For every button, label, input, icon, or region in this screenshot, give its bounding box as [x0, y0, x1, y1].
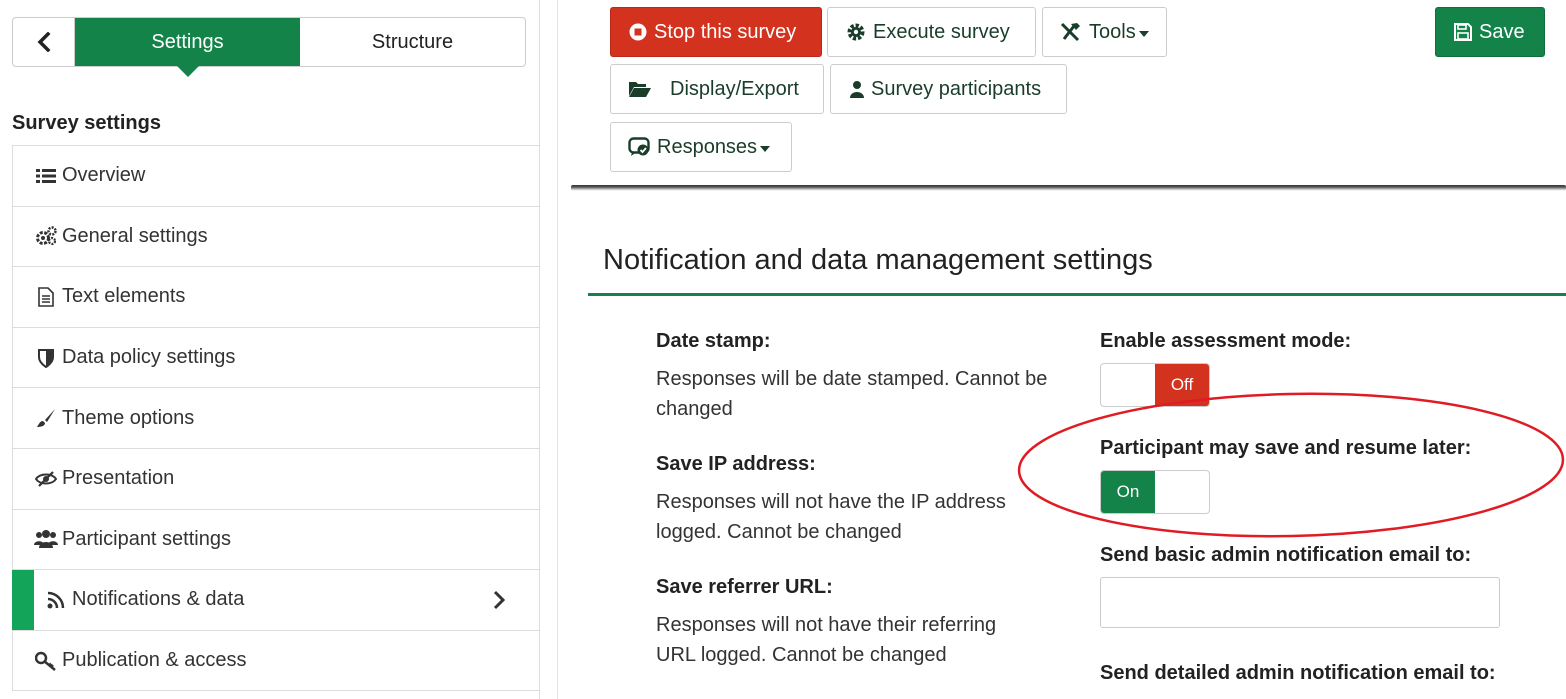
display-export-label: Display/Export	[670, 77, 799, 100]
splitter[interactable]	[540, 0, 558, 699]
sidebar-item-general-settings[interactable]: General settings	[13, 206, 539, 268]
save-label: Save	[1479, 20, 1525, 43]
sidebar-item-participant-settings[interactable]: Participant settings	[13, 509, 539, 571]
paintbrush-icon	[34, 407, 58, 429]
save-resume-toggle[interactable]: On	[1100, 470, 1210, 514]
title-underline	[588, 293, 1566, 296]
detailed-email-label: Send detailed admin notification email t…	[1100, 662, 1496, 684]
sidebar-item-theme-options[interactable]: Theme options	[13, 388, 539, 449]
tools-label: Tools	[1089, 20, 1136, 43]
responses-label: Responses	[657, 135, 758, 158]
basic-email-input[interactable]	[1100, 577, 1500, 628]
sidebar-item-text-elements[interactable]: Text elements	[13, 267, 539, 328]
toggle-blank	[1101, 364, 1155, 406]
gears-icon	[34, 225, 58, 247]
sidebar-item-label: Data policy settings	[62, 346, 236, 369]
back-button[interactable]	[13, 18, 75, 66]
key-icon	[34, 650, 58, 672]
save-button[interactable]: Save	[1435, 7, 1545, 57]
file-text-icon	[34, 286, 58, 308]
users-icon	[34, 528, 58, 550]
save-resume-label: Participant may save and resume later:	[1100, 437, 1472, 459]
chevron-right-icon	[493, 591, 505, 610]
sidebar-item-label: Participant settings	[62, 527, 231, 550]
sidebar: Settings Structure Survey settings Overv…	[0, 0, 540, 699]
sidebar-item-label: Presentation	[62, 467, 175, 490]
sidebar-item-overview[interactable]: Overview	[13, 146, 539, 207]
responses-dropdown-button[interactable]: Responses	[610, 122, 792, 172]
assessment-mode-toggle[interactable]: Off	[1100, 363, 1210, 407]
caret-down-icon	[760, 145, 771, 152]
stop-circle-icon	[629, 23, 647, 41]
sidebar-menu: Overview General settings Text elements …	[12, 145, 539, 692]
save-ip-label: Save IP address:	[656, 453, 816, 475]
stop-survey-button[interactable]: Stop this survey	[610, 7, 822, 57]
toggle-on-state: On	[1101, 471, 1155, 513]
survey-participants-button[interactable]: Survey participants	[830, 64, 1067, 114]
tab-settings[interactable]: Settings	[75, 18, 300, 77]
sidebar-item-presentation[interactable]: Presentation	[13, 448, 539, 510]
tab-structure[interactable]: Structure	[300, 18, 525, 66]
tab-settings-label: Settings	[151, 30, 224, 53]
sidebar-item-data-policy[interactable]: Data policy settings	[13, 327, 539, 389]
sidebar-item-label: Publication & access	[62, 649, 247, 672]
assessment-mode-label: Enable assessment mode:	[1100, 330, 1352, 352]
user-icon	[849, 80, 865, 98]
execute-survey-button[interactable]: Execute survey	[827, 7, 1036, 57]
shield-icon	[34, 347, 58, 369]
sidebar-tabbar: Settings Structure	[12, 17, 526, 77]
execute-survey-label: Execute survey	[873, 20, 1010, 43]
chevron-left-icon	[37, 32, 50, 52]
rss-icon	[44, 589, 68, 611]
sidebar-item-label: Overview	[62, 164, 146, 187]
display-export-button[interactable]: Display/Export	[610, 64, 824, 114]
active-indicator	[12, 570, 34, 630]
gear-icon	[846, 22, 866, 42]
sidebar-heading: Survey settings	[12, 112, 161, 134]
stop-survey-label: Stop this survey	[654, 20, 797, 43]
tools-dropdown-button[interactable]: Tools	[1042, 7, 1167, 57]
responses-icon	[628, 137, 652, 157]
eye-slash-icon	[34, 468, 58, 490]
sidebar-item-notifications-data[interactable]: Notifications & data	[12, 570, 539, 631]
tab-structure-label: Structure	[371, 30, 454, 53]
annotation-ellipse	[1017, 392, 1565, 538]
sidebar-item-label: Theme options	[62, 406, 195, 429]
sidebar-item-label: General settings	[62, 224, 208, 247]
save-ip-text: Responses will not have the IP address l…	[656, 491, 1006, 543]
floppy-disk-icon	[1454, 23, 1472, 41]
toggle-off-state: Off	[1155, 364, 1209, 406]
save-referrer-label: Save referrer URL:	[656, 576, 833, 598]
page-title: Notification and data management setting…	[603, 244, 1153, 276]
date-stamp-text: Responses will be date stamped. Cannot b…	[656, 368, 1048, 420]
basic-email-label: Send basic admin notification email to:	[1100, 544, 1472, 566]
save-referrer-text: Responses will not have their referring …	[656, 614, 997, 666]
folder-open-icon	[628, 80, 652, 98]
sidebar-item-label: Text elements	[62, 285, 186, 308]
list-icon	[34, 165, 58, 187]
toolbar-separator	[571, 185, 1566, 191]
survey-participants-label: Survey participants	[871, 77, 1042, 100]
tools-icon	[1060, 22, 1082, 42]
main-content: Stop this survey Execute survey Tools Sa…	[559, 0, 1566, 699]
toggle-blank	[1155, 471, 1209, 513]
caret-down-icon	[1138, 30, 1149, 37]
sidebar-item-publication-access[interactable]: Publication & access	[13, 630, 539, 692]
date-stamp-label: Date stamp:	[656, 330, 771, 352]
sidebar-item-label: Notifications & data	[72, 588, 245, 611]
